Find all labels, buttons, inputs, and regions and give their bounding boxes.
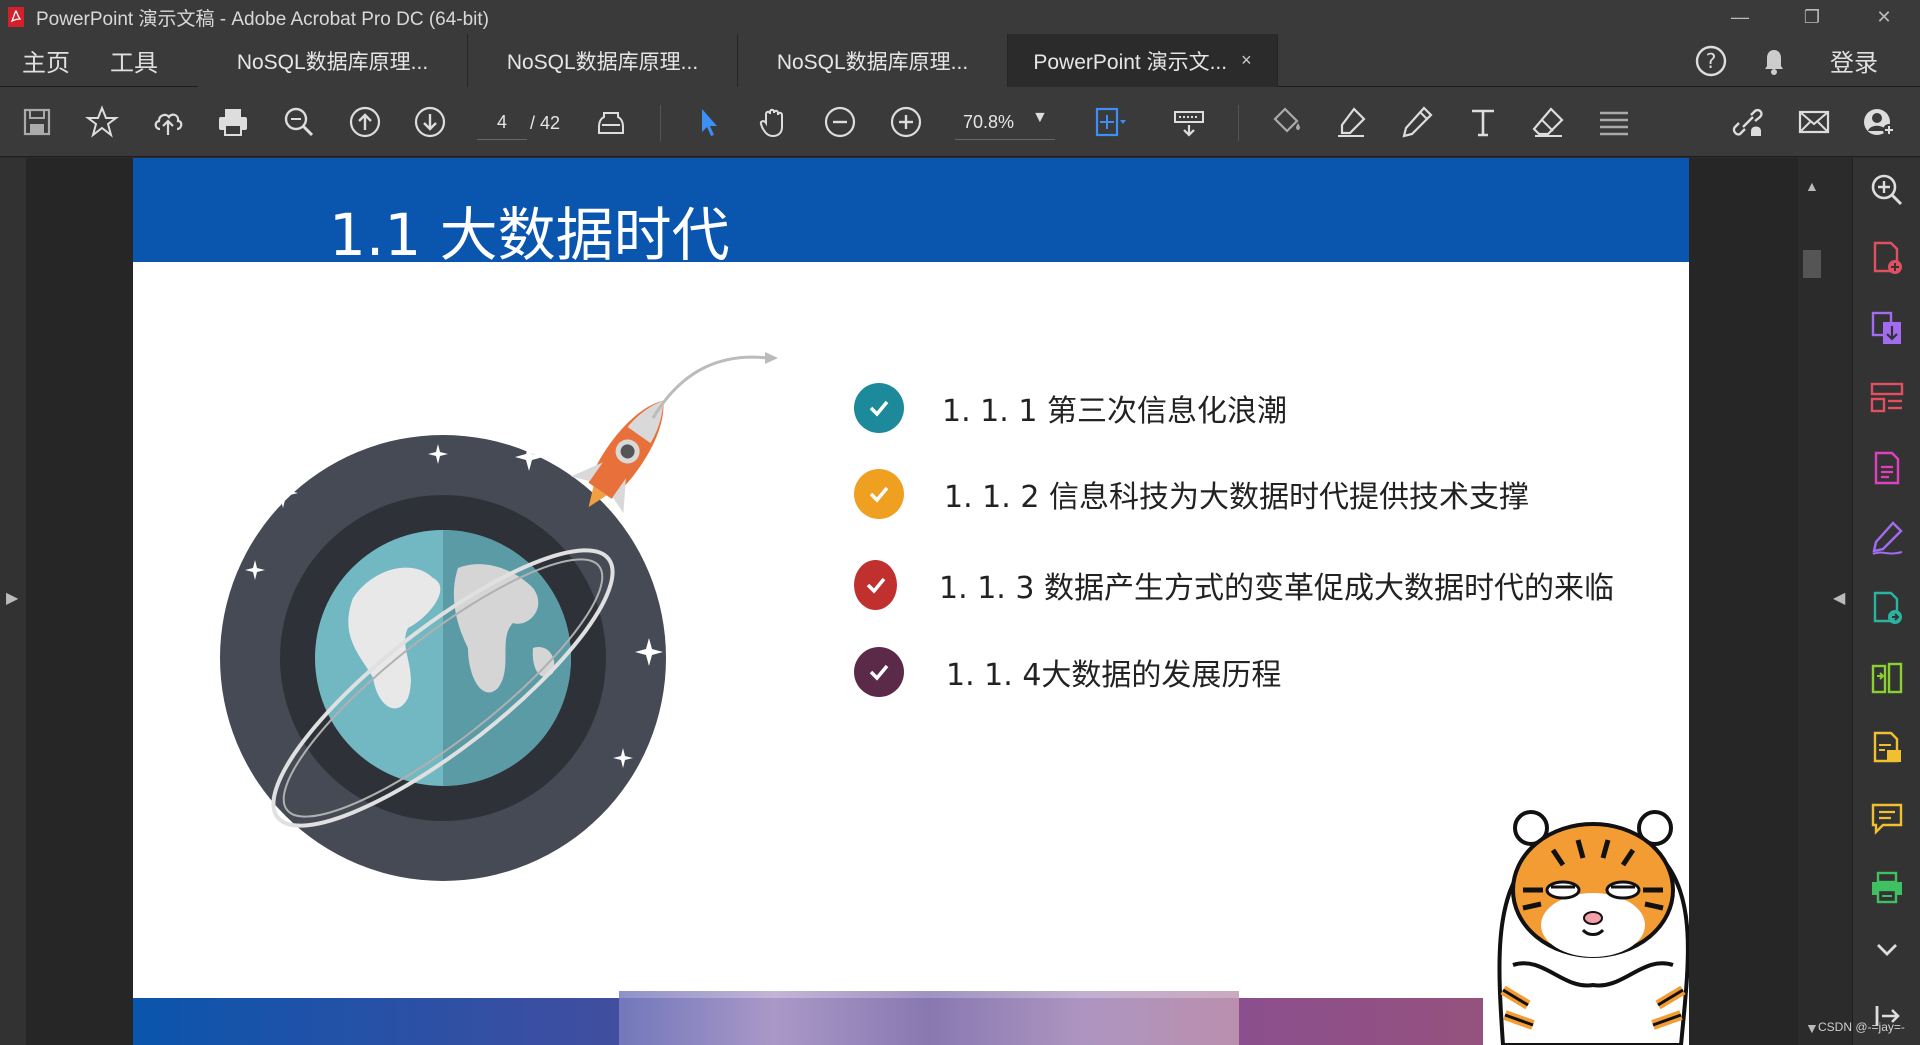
select-arrow-icon[interactable]	[688, 101, 730, 143]
expand-left-chevron-icon[interactable]: ▶	[6, 588, 18, 608]
check-circle-icon	[854, 383, 904, 433]
slide-title: 1.1 大数据时代	[329, 201, 730, 269]
right-panel-toggle[interactable]: ◀	[1826, 158, 1852, 1045]
svg-text:?: ?	[1706, 49, 1717, 73]
close-button[interactable]: ✕	[1854, 0, 1914, 34]
right-tools-panel	[1852, 158, 1920, 1045]
check-circle-icon	[854, 560, 898, 610]
page-up-icon[interactable]	[344, 101, 386, 143]
window-titlebar: PowerPoint 演示文稿 - Adobe Acrobat Pro DC (…	[0, 0, 1920, 34]
page-down-icon[interactable]	[409, 101, 451, 143]
list-item: 1. 1. 4大数据的发展历程	[854, 647, 1614, 697]
lines-icon[interactable]	[1593, 101, 1635, 143]
blurred-footer-content	[619, 991, 1239, 1045]
tiger-sticker-image	[1483, 790, 1689, 1045]
menu-bar: 主页 工具 NoSQL数据库原理... NoSQL数据库原理... NoSQL数…	[0, 34, 1920, 87]
request-signature-icon[interactable]	[1867, 728, 1907, 768]
login-button[interactable]: 登录	[1830, 34, 1878, 87]
help-icon[interactable]: ?	[1694, 44, 1728, 78]
scroll-down-chevron-icon[interactable]: ▼	[1805, 1020, 1819, 1036]
comment-icon[interactable]	[1867, 798, 1907, 838]
keyboard-icon[interactable]	[1168, 101, 1210, 143]
tab-label: NoSQL数据库原理...	[506, 50, 699, 74]
collapse-right-chevron-icon[interactable]: ◀	[1833, 588, 1845, 608]
ink-icon[interactable]	[590, 101, 632, 143]
menu-tools[interactable]: 工具	[110, 34, 158, 87]
star-icon[interactable]	[81, 101, 123, 143]
tab-label: NoSQL数据库原理...	[776, 50, 969, 74]
print-production-icon[interactable]	[1867, 868, 1907, 908]
text-icon[interactable]	[1462, 101, 1504, 143]
list-item: 1. 1. 3 数据产生方式的变革促成大数据时代的来临	[854, 560, 1614, 610]
tab-document-active[interactable]: PowerPoint 演示文... ×	[1008, 34, 1278, 87]
fill-sign-icon[interactable]	[1265, 101, 1307, 143]
left-panel-toggle[interactable]: ▶	[0, 158, 26, 1045]
pencil-icon[interactable]	[1396, 101, 1438, 143]
bullet-text: 1. 1. 4大数据的发展历程	[946, 658, 1282, 693]
zoom-dropdown-chevron-icon[interactable]: ▼	[1032, 109, 1048, 127]
scroll-up-chevron-icon[interactable]: ▲	[1805, 178, 1819, 194]
save-icon[interactable]	[16, 101, 58, 143]
window-title: PowerPoint 演示文稿 - Adobe Acrobat Pro DC (…	[36, 8, 490, 30]
vertical-scrollbar[interactable]: ▲ ▼	[1798, 158, 1826, 1045]
list-item: 1. 1. 1 第三次信息化浪潮	[854, 383, 1614, 433]
csdn-watermark: CSDN @-=jay=-	[1818, 1020, 1905, 1034]
tab-document-3[interactable]: NoSQL数据库原理...	[738, 34, 1008, 87]
restore-button[interactable]: ❐	[1782, 0, 1842, 34]
scrollbar-thumb[interactable]	[1803, 250, 1821, 278]
zoom-search-icon[interactable]	[278, 101, 320, 143]
eraser-icon[interactable]	[1527, 101, 1569, 143]
check-circle-icon	[854, 469, 904, 519]
page-number-input[interactable]: 4	[477, 106, 527, 140]
tab-label: NoSQL数据库原理...	[236, 50, 429, 74]
tab-close-icon[interactable]: ×	[1241, 50, 1252, 71]
earth-rocket-illustration	[220, 352, 778, 881]
tab-label: PowerPoint 演示文...	[1033, 50, 1228, 74]
slide-page: 1.1 大数据时代 1. 1. 1 第三次信息化浪潮 1. 1. 2 信息科技为…	[133, 158, 1689, 1045]
more-tools-chevron-icon[interactable]	[1867, 930, 1907, 970]
print-icon[interactable]	[212, 101, 254, 143]
toolbar: 4 / 42 70.8% ▼	[0, 87, 1920, 157]
list-item: 1. 1. 2 信息科技为大数据时代提供技术支撑	[854, 469, 1614, 519]
organize-pages-icon[interactable]	[1867, 378, 1907, 418]
page-total: / 42	[530, 112, 561, 133]
tab-document-1[interactable]: NoSQL数据库原理...	[198, 34, 468, 87]
edit-pdf-icon[interactable]	[1867, 448, 1907, 488]
tab-document-2[interactable]: NoSQL数据库原理...	[468, 34, 738, 87]
check-circle-icon	[854, 647, 904, 697]
combine-icon[interactable]	[1867, 588, 1907, 628]
bullet-text: 1. 1. 2 信息科技为大数据时代提供技术支撑	[944, 480, 1529, 515]
create-pdf-icon[interactable]	[1867, 238, 1907, 278]
cloud-upload-icon[interactable]	[147, 101, 189, 143]
compress-icon[interactable]	[1867, 658, 1907, 698]
highlight-icon[interactable]	[1330, 101, 1372, 143]
bell-icon[interactable]	[1757, 44, 1791, 78]
email-icon[interactable]	[1793, 101, 1835, 143]
menu-home[interactable]: 主页	[22, 34, 70, 87]
zoom-out-icon[interactable]	[819, 101, 861, 143]
hand-icon[interactable]	[753, 101, 795, 143]
fit-page-icon[interactable]	[1088, 101, 1130, 143]
bullet-text: 1. 1. 1 第三次信息化浪潮	[942, 394, 1287, 429]
share-link-icon[interactable]	[1727, 101, 1769, 143]
zoom-panel-icon[interactable]	[1867, 170, 1907, 210]
zoom-in-icon[interactable]	[885, 101, 927, 143]
sign-icon[interactable]	[1867, 518, 1907, 558]
export-pdf-icon[interactable]	[1867, 308, 1907, 348]
minimize-button[interactable]: —	[1710, 0, 1770, 34]
acrobat-logo-icon	[8, 7, 24, 27]
add-user-icon[interactable]	[1858, 101, 1900, 143]
document-view[interactable]: 1.1 大数据时代 1. 1. 1 第三次信息化浪潮 1. 1. 2 信息科技为…	[26, 158, 1798, 1045]
bullet-text: 1. 1. 3 数据产生方式的变革促成大数据时代的来临	[939, 571, 1614, 606]
